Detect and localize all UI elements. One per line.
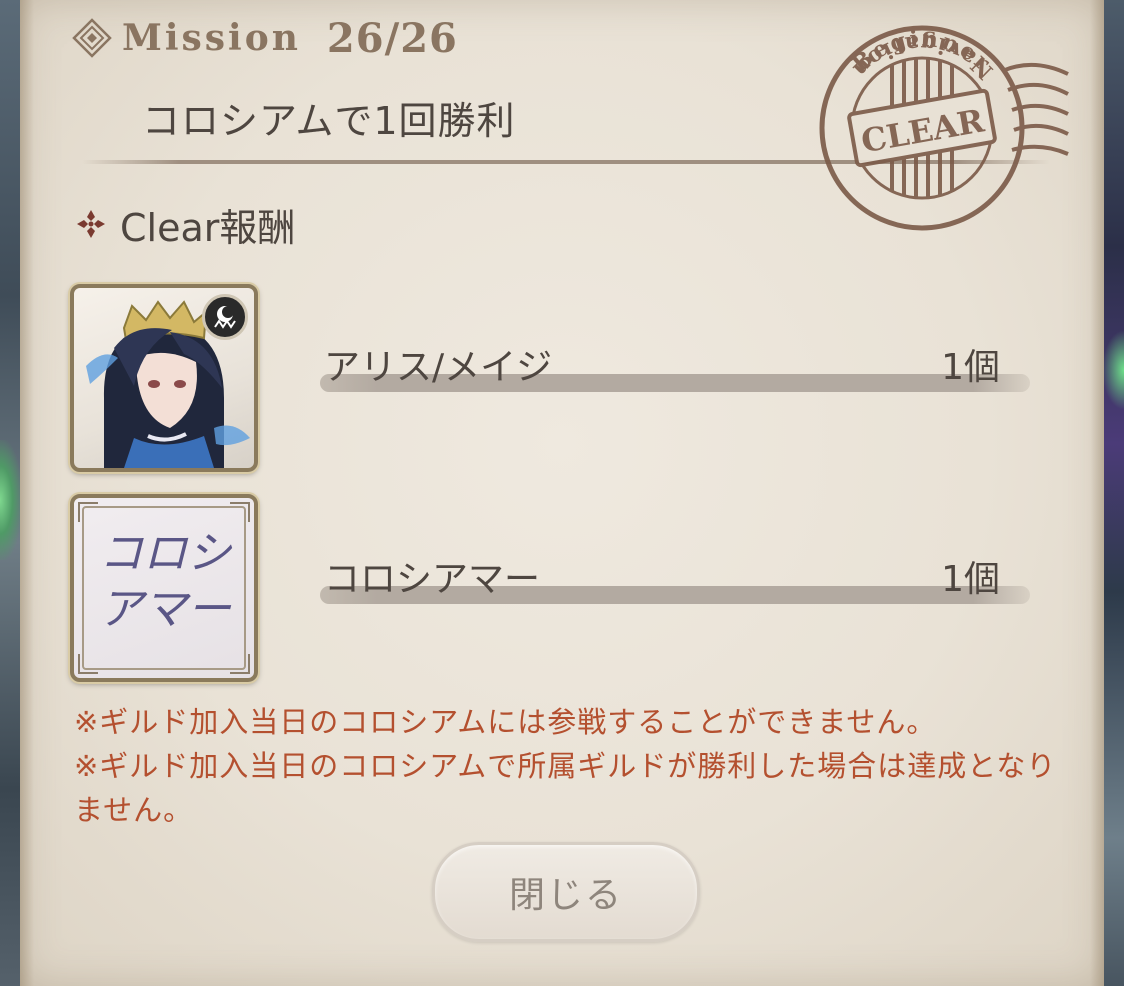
card-corner	[230, 654, 250, 674]
card-corner	[230, 502, 250, 522]
mission-count: 26/26	[326, 14, 458, 62]
reward-header: Clear報酬	[76, 198, 295, 250]
reward-quantity: 1個	[941, 559, 1000, 600]
reward-name: コロシアマー	[324, 559, 541, 600]
reward-header-label: Clear報酬	[120, 205, 296, 250]
background-glow	[0, 440, 22, 560]
character-portrait-icon[interactable]	[70, 284, 258, 472]
dark-element-badge-icon	[202, 294, 248, 340]
reward-name: アリス/メイジ	[324, 347, 553, 388]
cross-ornament-icon	[77, 210, 105, 238]
clear-stamp-icon: CLEAR Beginner Navigation	[819, 25, 1069, 231]
note-text: ※ギルド加入当日のコロシアムには参戦することができません。	[74, 705, 937, 739]
reward-quantity: 1個	[941, 347, 1000, 388]
mission-label: Mission	[122, 17, 301, 59]
card-corner	[78, 654, 98, 674]
diamond-ornament-icon	[72, 18, 112, 58]
reward-row: アリス/メイジ 1個	[320, 334, 1040, 394]
mission-title: コロシアムで1回勝利	[142, 99, 516, 143]
notes: ※ギルド加入当日のコロシアムには参戦することができません。 ※ギルド加入当日のコ…	[74, 700, 1064, 832]
note-text: ※ギルド加入当日のコロシアムで所属ギルドが勝利した場合は達成となりません。	[74, 749, 1057, 827]
card-corner	[78, 502, 98, 522]
background-glow	[1102, 330, 1124, 410]
background-right-edge	[1102, 0, 1124, 986]
mission-header: Mission 26/26	[72, 14, 458, 62]
title-card-text: コロシアマー	[99, 528, 231, 635]
title-card-icon[interactable]: コロシアマー	[70, 494, 258, 682]
close-button[interactable]: 閉じる	[432, 842, 700, 942]
reward-row: コロシアマー 1個	[320, 546, 1040, 606]
